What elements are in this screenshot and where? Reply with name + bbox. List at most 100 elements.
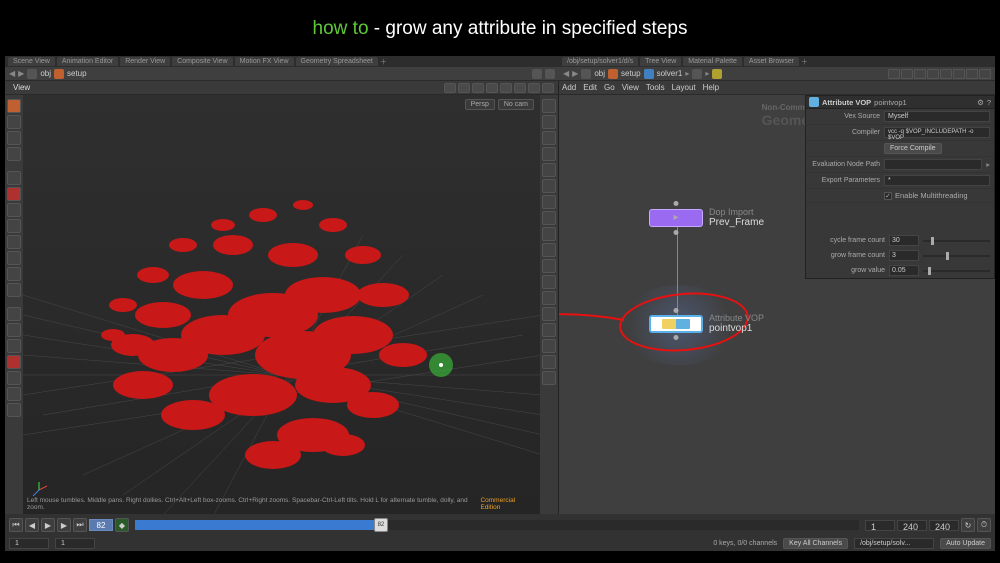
compiler-field[interactable]: vcc -q $VOP_INCLUDEPATH -o $VOP: [884, 127, 990, 138]
timeline-track[interactable]: 82: [135, 520, 859, 530]
tool-t8[interactable]: [7, 371, 21, 385]
rsh-13[interactable]: [542, 291, 556, 305]
rsh-9[interactable]: [542, 227, 556, 241]
sl1-slider[interactable]: [923, 255, 990, 257]
playhead[interactable]: 82: [374, 518, 388, 532]
menu-help[interactable]: Help: [703, 83, 719, 92]
bb-start[interactable]: 1: [9, 538, 49, 549]
tool-t4[interactable]: [7, 307, 21, 321]
menu-layout[interactable]: Layout: [672, 83, 696, 92]
rsh-6[interactable]: [542, 179, 556, 193]
rsh-12[interactable]: [542, 275, 556, 289]
range-start[interactable]: 1: [865, 520, 895, 531]
nt-btn2[interactable]: [901, 69, 913, 79]
multithread-checkbox[interactable]: Enable Multithreading: [884, 191, 968, 200]
vop-input-port[interactable]: [674, 308, 679, 313]
vh-btn8[interactable]: [542, 83, 554, 93]
tool-move[interactable]: [7, 203, 21, 217]
tab-network[interactable]: /obj/setup/solver1/d/s: [562, 57, 638, 66]
tab-tree[interactable]: Tree View: [640, 57, 681, 66]
d-icon[interactable]: [692, 69, 702, 79]
realtime-icon[interactable]: ⏱: [977, 518, 991, 532]
rsh-16[interactable]: [542, 339, 556, 353]
vh-btn3[interactable]: [472, 83, 484, 93]
path-setup-r[interactable]: setup: [621, 69, 641, 78]
tool-select[interactable]: [7, 171, 21, 185]
range-end[interactable]: 240: [897, 520, 927, 531]
rsh-2[interactable]: [542, 115, 556, 129]
tab-anim-editor[interactable]: Animation Editor: [57, 57, 118, 66]
rsh-5[interactable]: [542, 163, 556, 177]
node-pointvop1[interactable]: Attribute VOP pointvop1: [649, 313, 764, 334]
tool-t5[interactable]: [7, 323, 21, 337]
network-editor[interactable]: Non-Commercial Edition Geometry ▸ Dop Im…: [559, 95, 995, 514]
node-prev-frame[interactable]: ▸ Dop Import Prev_Frame: [649, 207, 764, 228]
vex-source-dropdown[interactable]: Myself: [884, 111, 990, 122]
tool-t6[interactable]: [7, 339, 21, 353]
nt-btn5[interactable]: [940, 69, 952, 79]
play-last[interactable]: ⏭: [73, 518, 87, 532]
vh-btn2[interactable]: [458, 83, 470, 93]
path-obj[interactable]: obj: [40, 69, 51, 78]
rsh-10[interactable]: [542, 243, 556, 257]
eval-path-picker[interactable]: ▸: [986, 160, 990, 169]
auto-update-dropdown[interactable]: Auto Update: [940, 538, 991, 549]
tool-t7[interactable]: [7, 355, 21, 369]
menu-add[interactable]: Add: [562, 83, 576, 92]
solver-icon[interactable]: [644, 69, 654, 79]
vh-btn4[interactable]: [486, 83, 498, 93]
nocam-dropdown[interactable]: No cam: [498, 99, 534, 110]
vop-output-port[interactable]: [674, 335, 679, 340]
shelf-btn4[interactable]: [7, 147, 21, 161]
keyframe-btn[interactable]: ◆: [115, 518, 129, 532]
tab-composite[interactable]: Composite View: [172, 57, 232, 66]
rsh-15[interactable]: [542, 323, 556, 337]
vh-btn1[interactable]: [444, 83, 456, 93]
path-obj-r[interactable]: obj: [594, 69, 605, 78]
back-icon[interactable]: ◀: [9, 69, 15, 78]
rsh-1[interactable]: [542, 99, 556, 113]
rsh-11[interactable]: [542, 259, 556, 273]
tool-t3[interactable]: [7, 283, 21, 297]
tab-geospread[interactable]: Geometry Spreadsheet: [296, 57, 378, 66]
shelf-btn2[interactable]: [7, 115, 21, 129]
tab-asset[interactable]: Asset Browser: [744, 57, 799, 66]
rsh-3[interactable]: [542, 131, 556, 145]
add-tab-icon[interactable]: ＋: [380, 57, 387, 67]
tool-t10[interactable]: [7, 403, 21, 417]
tool-t1[interactable]: [7, 251, 21, 265]
path-setup[interactable]: setup: [67, 69, 87, 78]
sl1-val[interactable]: 3: [889, 250, 919, 261]
nt-btn4[interactable]: [927, 69, 939, 79]
sl2-slider[interactable]: [923, 270, 990, 272]
nt-btn6[interactable]: [953, 69, 965, 79]
3d-viewport[interactable]: Persp No cam: [23, 95, 540, 514]
nt-btn1[interactable]: [888, 69, 900, 79]
obj-icon[interactable]: [27, 69, 37, 79]
play-first[interactable]: ⏮: [9, 518, 23, 532]
menu-edit[interactable]: Edit: [583, 83, 597, 92]
tool-scale[interactable]: [7, 235, 21, 249]
fwd-icon-r[interactable]: ▶: [572, 69, 578, 78]
back-icon-r[interactable]: ◀: [563, 69, 569, 78]
setup-icon-r[interactable]: [608, 69, 618, 79]
vh-btn7[interactable]: [528, 83, 540, 93]
menu-go[interactable]: Go: [604, 83, 615, 92]
force-compile-button[interactable]: Force Compile: [884, 143, 942, 154]
play-prev[interactable]: ◀: [25, 518, 39, 532]
tool-rotate[interactable]: [7, 219, 21, 233]
eval-path-field[interactable]: [884, 159, 982, 170]
nt-btn7[interactable]: [966, 69, 978, 79]
shelf-btn3[interactable]: [7, 131, 21, 145]
current-frame[interactable]: 82: [89, 519, 113, 531]
tab-scene-view[interactable]: Scene View: [8, 57, 55, 66]
shelf-btn1[interactable]: [7, 99, 21, 113]
tab-render-view[interactable]: Render View: [120, 57, 170, 66]
rsh-17[interactable]: [542, 355, 556, 369]
obj-icon-r[interactable]: [581, 69, 591, 79]
sl0-val[interactable]: 30: [889, 235, 919, 246]
node-output-port[interactable]: [674, 230, 679, 235]
s-icon[interactable]: [712, 69, 722, 79]
vh-btn6[interactable]: [514, 83, 526, 93]
fwd-icon[interactable]: ▶: [18, 69, 24, 78]
